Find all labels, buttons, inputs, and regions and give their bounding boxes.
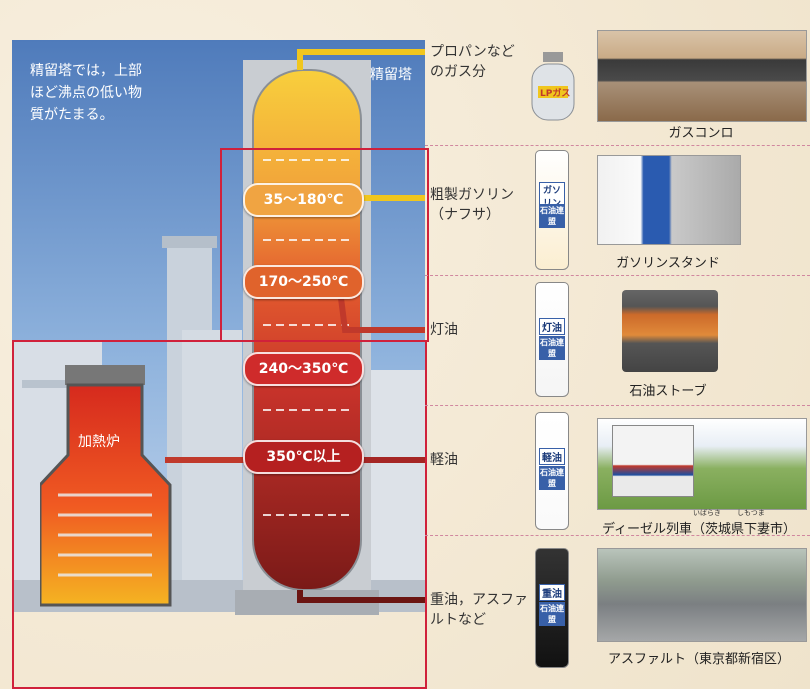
kerosene-bottle-sub: 石油連盟 (539, 336, 565, 360)
kerosene-heater-photo (622, 290, 718, 372)
heavy-oil-bottle-label: 重油 (539, 584, 565, 601)
gas-station-photo (597, 155, 741, 245)
naphtha-bottle-sub: 石油連盟 (539, 204, 565, 228)
diesel-train-body (612, 425, 694, 497)
asphalt-caption: アスファルト（東京都新宿区） (607, 652, 790, 667)
row-divider-3 (425, 405, 810, 406)
gas-stove-photo (597, 30, 807, 122)
highlight-frame-lower (12, 340, 427, 689)
fraction-label-kerosene: 灯油 (430, 322, 458, 338)
highlight-frame (220, 148, 429, 342)
light-oil-bottle-label: 軽油 (539, 448, 565, 465)
kerosene-bottle-label: 灯油 (539, 318, 565, 335)
row-divider-2 (425, 275, 810, 276)
fraction-label-naphtha: 粗製ガソリン （ナフサ） (430, 187, 514, 223)
fraction-label-gas: プロパンなど のガス分 (430, 44, 515, 80)
kerosene-heater-caption: 石油ストーブ (629, 384, 707, 399)
row-divider-1 (425, 145, 810, 146)
ruby-shimotsuma: しもつま (737, 509, 765, 517)
fraction-label-light-oil: 軽油 (430, 452, 458, 468)
light-oil-bottle-sub: 石油連盟 (539, 466, 565, 490)
heavy-oil-bottle-sub: 石油連盟 (539, 602, 565, 626)
fraction-label-heavy-oil: 重油，アスファ ルトなど (430, 592, 528, 628)
gas-stove-caption: ガスコンロ (668, 126, 734, 141)
diesel-train-caption: ディーゼル列車（茨城県下妻市） (601, 522, 797, 537)
ruby-ibaraki: いばらき (693, 509, 721, 517)
lp-gas-label: LPガス (540, 89, 571, 99)
asphalt-photo (597, 548, 807, 642)
gas-station-caption: ガソリンスタンド (616, 256, 720, 271)
